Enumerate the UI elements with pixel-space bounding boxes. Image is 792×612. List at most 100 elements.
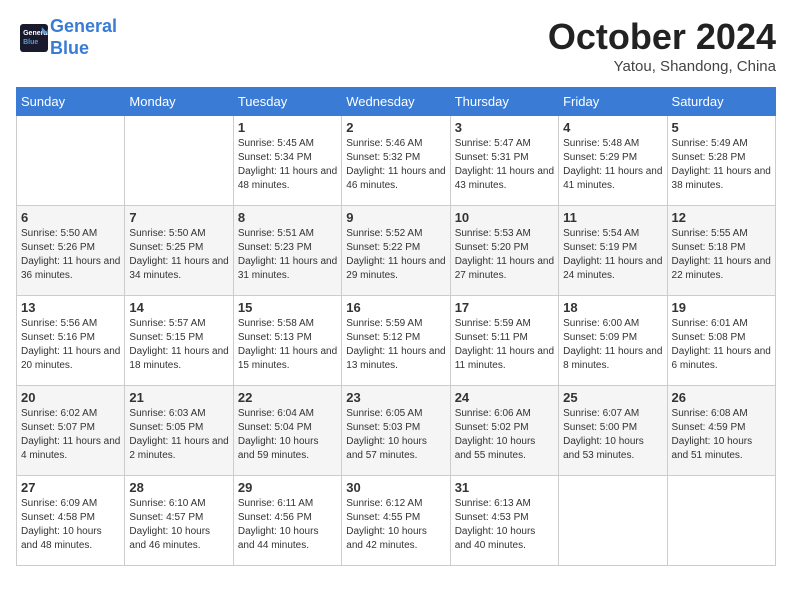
- calendar-day-14: 14 Sunrise: 5:57 AM Sunset: 5:15 PM Dayli…: [125, 296, 233, 386]
- calendar-day-30: 30 Sunrise: 6:12 AM Sunset: 4:55 PM Dayli…: [342, 476, 450, 566]
- day-number: 28: [129, 480, 228, 495]
- day-number: 19: [672, 300, 771, 315]
- day-number: 26: [672, 390, 771, 405]
- calendar-day-31: 31 Sunrise: 6:13 AM Sunset: 4:53 PM Dayli…: [450, 476, 558, 566]
- header-friday: Friday: [559, 88, 667, 116]
- calendar-week-4: 20Sunrise: 6:02 AM Sunset: 5:07 PM Dayli…: [17, 386, 776, 476]
- day-info: Sunrise: 6:00 AM Sunset: 5:09 PM Dayligh…: [563, 317, 662, 373]
- header-wednesday: Wednesday: [342, 88, 450, 116]
- calendar-week-1: 1Sunrise: 5:45 AM Sunset: 5:34 PM Daylig…: [17, 116, 776, 206]
- day-number: 11: [563, 210, 662, 225]
- day-number: 22: [238, 390, 337, 405]
- day-info: Sunrise: 5:49 AM Sunset: 5:28 PM Dayligh…: [672, 137, 771, 193]
- day-number: 5: [672, 120, 771, 135]
- day-info: Sunrise: 6:06 AM Sunset: 5:02 PM Dayligh…: [455, 407, 554, 463]
- day-number: 6: [21, 210, 120, 225]
- logo-line1: General: [50, 16, 117, 36]
- day-info: Sunrise: 6:10 AM Sunset: 4:57 PM Dayligh…: [129, 497, 228, 553]
- days-header-row: SundayMondayTuesdayWednesdayThursdayFrid…: [17, 88, 776, 116]
- day-info: Sunrise: 5:58 AM Sunset: 5:13 PM Dayligh…: [238, 317, 337, 373]
- calendar-table: SundayMondayTuesdayWednesdayThursdayFrid…: [16, 87, 776, 566]
- calendar-day-27: 27 Sunrise: 6:09 AM Sunset: 4:58 PM Dayli…: [17, 476, 125, 566]
- day-info: Sunrise: 5:54 AM Sunset: 5:19 PM Dayligh…: [563, 227, 662, 283]
- day-number: 20: [21, 390, 120, 405]
- logo-icon: General Blue: [20, 24, 48, 52]
- empty-cell: [559, 476, 667, 566]
- logo-line2: Blue: [50, 38, 89, 58]
- day-info: Sunrise: 5:45 AM Sunset: 5:34 PM Dayligh…: [238, 137, 337, 193]
- day-number: 25: [563, 390, 662, 405]
- calendar-day-12: 12Sunrise: 5:55 AM Sunset: 5:18 PM Dayli…: [667, 206, 775, 296]
- calendar-week-3: 13Sunrise: 5:56 AM Sunset: 5:16 PM Dayli…: [17, 296, 776, 386]
- day-info: Sunrise: 6:04 AM Sunset: 5:04 PM Dayligh…: [238, 407, 337, 463]
- calendar-day-1: 1Sunrise: 5:45 AM Sunset: 5:34 PM Daylig…: [233, 116, 341, 206]
- day-info: Sunrise: 6:11 AM Sunset: 4:56 PM Dayligh…: [238, 497, 337, 553]
- day-info: Sunrise: 6:09 AM Sunset: 4:58 PM Dayligh…: [21, 497, 120, 553]
- calendar-day-23: 23 Sunrise: 6:05 AM Sunset: 5:03 PM Dayli…: [342, 386, 450, 476]
- calendar-day-29: 29 Sunrise: 6:11 AM Sunset: 4:56 PM Dayli…: [233, 476, 341, 566]
- logo-text: General Blue: [50, 16, 117, 59]
- day-number: 9: [346, 210, 445, 225]
- day-info: Sunrise: 5:57 AM Sunset: 5:15 PM Dayligh…: [129, 317, 228, 373]
- day-number: 16: [346, 300, 445, 315]
- logo: General Blue General Blue: [16, 16, 117, 59]
- day-number: 29: [238, 480, 337, 495]
- day-info: Sunrise: 5:52 AM Sunset: 5:22 PM Dayligh…: [346, 227, 445, 283]
- calendar-day-20: 20Sunrise: 6:02 AM Sunset: 5:07 PM Dayli…: [17, 386, 125, 476]
- location-subtitle: Yatou, Shandong, China: [548, 58, 776, 75]
- header-sunday: Sunday: [17, 88, 125, 116]
- day-info: Sunrise: 5:59 AM Sunset: 5:11 PM Dayligh…: [455, 317, 554, 373]
- calendar-day-18: 18 Sunrise: 6:00 AM Sunset: 5:09 PM Dayli…: [559, 296, 667, 386]
- calendar-day-8: 8Sunrise: 5:51 AM Sunset: 5:23 PM Daylig…: [233, 206, 341, 296]
- day-number: 18: [563, 300, 662, 315]
- empty-cell: [125, 116, 233, 206]
- calendar-day-28: 28 Sunrise: 6:10 AM Sunset: 4:57 PM Dayli…: [125, 476, 233, 566]
- day-info: Sunrise: 5:50 AM Sunset: 5:25 PM Dayligh…: [129, 227, 228, 283]
- day-info: Sunrise: 6:12 AM Sunset: 4:55 PM Dayligh…: [346, 497, 445, 553]
- calendar-day-19: 19Sunrise: 6:01 AM Sunset: 5:08 PM Dayli…: [667, 296, 775, 386]
- calendar-week-2: 6Sunrise: 5:50 AM Sunset: 5:26 PM Daylig…: [17, 206, 776, 296]
- calendar-day-9: 9 Sunrise: 5:52 AM Sunset: 5:22 PM Daylig…: [342, 206, 450, 296]
- header-saturday: Saturday: [667, 88, 775, 116]
- day-number: 30: [346, 480, 445, 495]
- day-number: 12: [672, 210, 771, 225]
- day-info: Sunrise: 6:07 AM Sunset: 5:00 PM Dayligh…: [563, 407, 662, 463]
- header-monday: Monday: [125, 88, 233, 116]
- calendar-day-7: 7 Sunrise: 5:50 AM Sunset: 5:25 PM Daylig…: [125, 206, 233, 296]
- day-number: 21: [129, 390, 228, 405]
- day-number: 31: [455, 480, 554, 495]
- day-info: Sunrise: 5:59 AM Sunset: 5:12 PM Dayligh…: [346, 317, 445, 373]
- calendar-day-3: 3 Sunrise: 5:47 AM Sunset: 5:31 PM Daylig…: [450, 116, 558, 206]
- day-number: 2: [346, 120, 445, 135]
- empty-cell: [17, 116, 125, 206]
- day-number: 23: [346, 390, 445, 405]
- calendar-day-16: 16 Sunrise: 5:59 AM Sunset: 5:12 PM Dayli…: [342, 296, 450, 386]
- svg-text:Blue: Blue: [23, 39, 38, 46]
- month-title: October 2024: [548, 16, 776, 58]
- calendar-day-17: 17 Sunrise: 5:59 AM Sunset: 5:11 PM Dayli…: [450, 296, 558, 386]
- calendar-day-13: 13Sunrise: 5:56 AM Sunset: 5:16 PM Dayli…: [17, 296, 125, 386]
- day-info: Sunrise: 6:08 AM Sunset: 4:59 PM Dayligh…: [672, 407, 771, 463]
- day-number: 24: [455, 390, 554, 405]
- calendar-day-21: 21Sunrise: 6:03 AM Sunset: 5:05 PM Dayli…: [125, 386, 233, 476]
- day-info: Sunrise: 6:13 AM Sunset: 4:53 PM Dayligh…: [455, 497, 554, 553]
- day-number: 17: [455, 300, 554, 315]
- day-info: Sunrise: 5:51 AM Sunset: 5:23 PM Dayligh…: [238, 227, 337, 283]
- day-info: Sunrise: 5:53 AM Sunset: 5:20 PM Dayligh…: [455, 227, 554, 283]
- day-info: Sunrise: 6:05 AM Sunset: 5:03 PM Dayligh…: [346, 407, 445, 463]
- header-thursday: Thursday: [450, 88, 558, 116]
- day-number: 14: [129, 300, 228, 315]
- day-number: 27: [21, 480, 120, 495]
- day-number: 7: [129, 210, 228, 225]
- day-number: 3: [455, 120, 554, 135]
- empty-cell: [667, 476, 775, 566]
- day-info: Sunrise: 5:46 AM Sunset: 5:32 PM Dayligh…: [346, 137, 445, 193]
- title-block: October 2024 Yatou, Shandong, China: [548, 16, 776, 75]
- calendar-day-4: 4Sunrise: 5:48 AM Sunset: 5:29 PM Daylig…: [559, 116, 667, 206]
- calendar-week-5: 27 Sunrise: 6:09 AM Sunset: 4:58 PM Dayli…: [17, 476, 776, 566]
- calendar-day-11: 11 Sunrise: 5:54 AM Sunset: 5:19 PM Dayli…: [559, 206, 667, 296]
- day-info: Sunrise: 5:47 AM Sunset: 5:31 PM Dayligh…: [455, 137, 554, 193]
- calendar-day-2: 2 Sunrise: 5:46 AM Sunset: 5:32 PM Daylig…: [342, 116, 450, 206]
- header-tuesday: Tuesday: [233, 88, 341, 116]
- calendar-day-26: 26 Sunrise: 6:08 AM Sunset: 4:59 PM Dayli…: [667, 386, 775, 476]
